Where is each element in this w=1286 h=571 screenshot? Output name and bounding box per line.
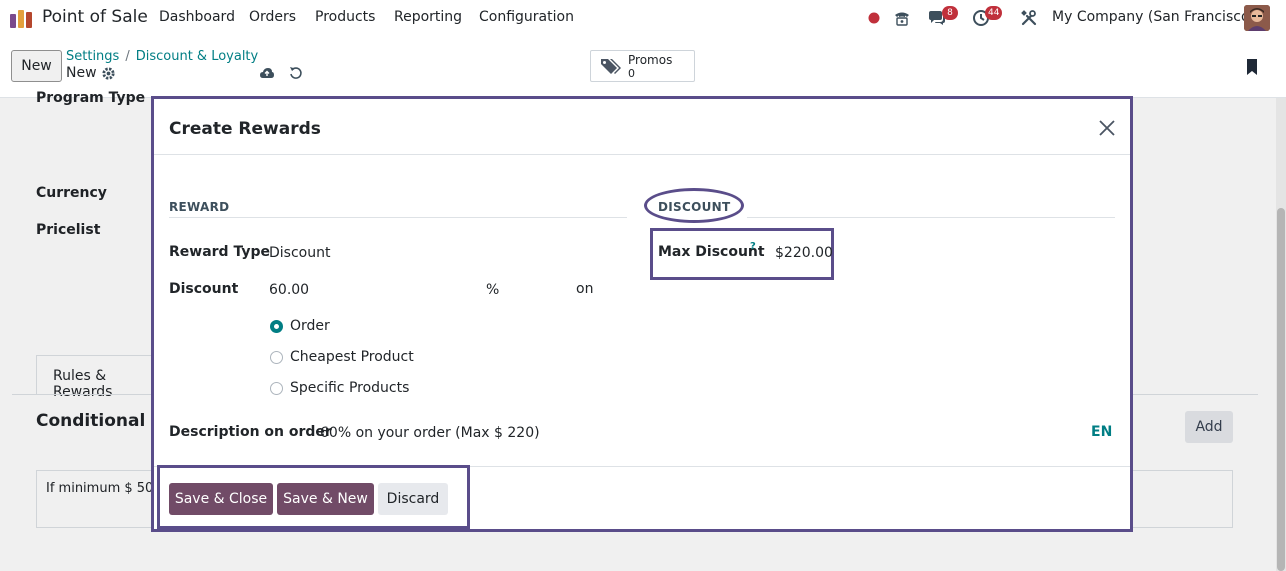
radio-order[interactable] bbox=[270, 320, 283, 333]
logo-bar-2 bbox=[18, 10, 24, 28]
breadcrumb-separator: / bbox=[125, 49, 130, 64]
discount-section-rule bbox=[747, 217, 1115, 218]
max-discount-input[interactable]: $220.00 bbox=[775, 245, 833, 261]
company-switcher[interactable]: My Company (San Francisco) bbox=[1052, 9, 1255, 25]
reward-section-rule bbox=[169, 217, 627, 218]
control-panel: New Settings / Discount & Loyalty New Prom… bbox=[0, 36, 1286, 98]
reward-type-label: Reward Type bbox=[169, 244, 270, 260]
modal-title: Create Rewards bbox=[169, 119, 321, 139]
modal-header: Create Rewards bbox=[154, 99, 1130, 155]
cloud-upload-icon[interactable] bbox=[259, 65, 275, 81]
logo-bar-1 bbox=[10, 14, 16, 28]
discount-unit-select[interactable]: % bbox=[486, 282, 499, 298]
save-close-button[interactable]: Save & Close bbox=[169, 483, 273, 515]
radio-order-label[interactable]: Order bbox=[290, 318, 330, 334]
breadcrumb-settings[interactable]: Settings bbox=[66, 49, 119, 64]
modal-footer: Save & Close Save & New Discard bbox=[154, 465, 1130, 529]
radio-specific-products[interactable] bbox=[270, 382, 283, 395]
reward-type-select[interactable]: Discount bbox=[269, 245, 330, 261]
logo-bar-3 bbox=[26, 12, 32, 28]
pos-app-icon[interactable] bbox=[10, 8, 34, 28]
menu-products[interactable]: Products bbox=[315, 9, 375, 25]
user-avatar[interactable] bbox=[1244, 5, 1270, 31]
close-icon[interactable] bbox=[1098, 119, 1116, 137]
breadcrumb: Settings / Discount & Loyalty bbox=[66, 49, 258, 64]
messages-badge: 8 bbox=[942, 6, 958, 20]
user-avatar-picture bbox=[1244, 5, 1270, 31]
tags-icon bbox=[601, 59, 621, 74]
on-label: on bbox=[576, 281, 594, 297]
promos-smart-button[interactable]: Promos 0 bbox=[590, 50, 695, 82]
discount-label: Discount bbox=[169, 281, 239, 297]
record-name: New bbox=[66, 65, 97, 81]
recording-dot-icon[interactable] bbox=[866, 9, 884, 27]
promos-label: Promos bbox=[628, 53, 673, 67]
menu-orders[interactable]: Orders bbox=[249, 9, 296, 25]
radio-cheapest-product-label[interactable]: Cheapest Product bbox=[290, 349, 414, 365]
app-name[interactable]: Point of Sale bbox=[42, 7, 148, 27]
top-navbar: Point of Sale Dashboard Orders Products … bbox=[0, 0, 1286, 36]
bookmark-icon[interactable] bbox=[1246, 58, 1258, 76]
help-tooltip-icon[interactable]: ? bbox=[750, 241, 756, 252]
reward-section-title: REWARD bbox=[169, 200, 230, 214]
menu-dashboard[interactable]: Dashboard bbox=[159, 9, 235, 25]
discount-section-title: DISCOUNT bbox=[658, 200, 731, 214]
create-rewards-dialog: Create Rewards REWARD Reward Type Discou… bbox=[151, 96, 1133, 532]
promos-count: 0 bbox=[628, 67, 635, 80]
max-discount-label: Max Discount bbox=[658, 244, 765, 260]
breadcrumb-discount-loyalty[interactable]: Discount & Loyalty bbox=[136, 49, 259, 64]
description-label: Description on order bbox=[169, 424, 332, 440]
tools-icon[interactable] bbox=[1020, 9, 1038, 27]
discard-button[interactable]: Discard bbox=[378, 483, 448, 515]
description-input[interactable]: 60% on your order (Max $ 220) bbox=[320, 425, 540, 441]
translate-language-button[interactable]: EN bbox=[1091, 424, 1112, 440]
activities-badge: 44 bbox=[985, 6, 1003, 20]
radio-cheapest-product[interactable] bbox=[270, 351, 283, 364]
save-new-button[interactable]: Save & New bbox=[277, 483, 374, 515]
phone-icon[interactable] bbox=[893, 9, 911, 27]
menu-configuration[interactable]: Configuration bbox=[479, 9, 574, 25]
gear-icon[interactable] bbox=[101, 66, 116, 81]
new-button[interactable]: New bbox=[11, 50, 62, 82]
discount-input[interactable]: 60.00 bbox=[269, 282, 309, 298]
discard-changes-icon[interactable] bbox=[288, 65, 304, 81]
menu-reporting[interactable]: Reporting bbox=[394, 9, 462, 25]
radio-specific-products-label[interactable]: Specific Products bbox=[290, 380, 409, 396]
